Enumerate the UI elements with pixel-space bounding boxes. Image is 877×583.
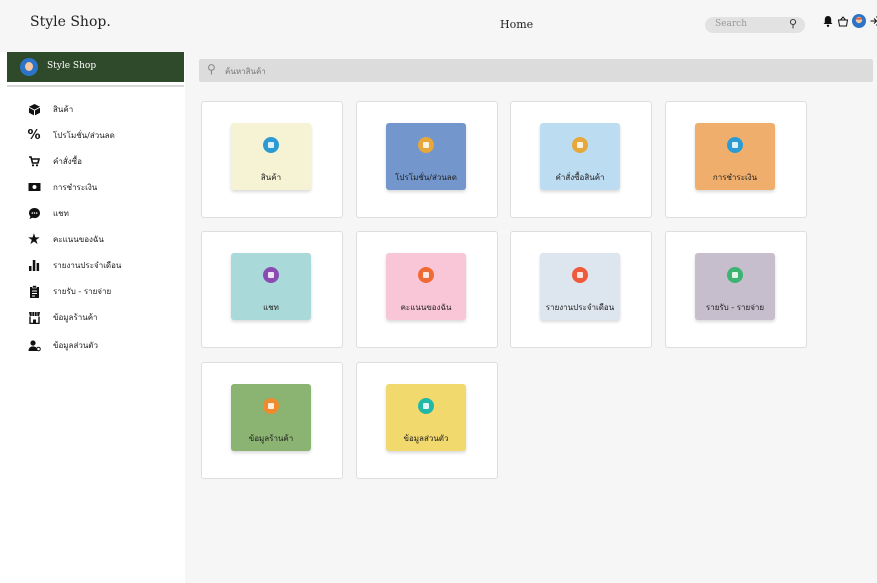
search-icon: ⚲: [207, 62, 216, 76]
card-label: ข้อมูลร้านค้า: [248, 434, 294, 443]
box-icon: [27, 102, 41, 116]
user-icon: [418, 398, 434, 414]
brand-logo[interactable]: Style Shop.: [30, 14, 111, 30]
sidebar-item-store-info[interactable]: ข้อมูลร้านค้า: [27, 310, 98, 324]
sidebar-item-label: คำสั่งซื้อ: [53, 156, 82, 166]
tile-chat[interactable]: แชท: [231, 253, 311, 320]
card-label: สินค้า: [260, 173, 282, 182]
header-search-placeholder: Search: [715, 19, 747, 29]
sidebar-title: Style Shop: [47, 61, 97, 71]
sidebar-item-payment[interactable]: การชำระเงิน: [27, 180, 97, 194]
tile-payment[interactable]: การชำระเงิน: [695, 123, 775, 190]
bar-chart-icon: [27, 258, 41, 272]
card-payment[interactable]: การชำระเงิน: [665, 101, 807, 218]
card-label: รายรับ - รายจ่าย: [705, 303, 765, 312]
sidebar-item-my-points[interactable]: ★ คะแนนของฉัน: [27, 230, 104, 248]
star-icon: ★: [27, 230, 41, 248]
page-title: Home: [500, 18, 534, 31]
sidebar-item-income-expense[interactable]: รายรับ - รายจ่าย: [27, 284, 111, 298]
card-promotions[interactable]: โปรโมชั่น/ส่วนลด: [356, 101, 498, 218]
sidebar-header[interactable]: Style Shop: [7, 52, 184, 82]
sidebar-item-label: สินค้า: [53, 104, 74, 114]
wallet-icon: [727, 137, 743, 153]
tile-income-expense[interactable]: รายรับ - รายจ่าย: [695, 253, 775, 320]
chat-icon: [263, 267, 279, 283]
product-search-placeholder: ค้นหาสินค้า: [225, 67, 266, 76]
tile-orders[interactable]: คำสั่งซื้อสินค้า: [540, 123, 620, 190]
tag-icon: [418, 137, 434, 153]
sidebar-item-label: โปรโมชั่น/ส่วนลด: [53, 130, 115, 140]
cash-icon: [727, 267, 743, 283]
sidebar-item-orders[interactable]: คำสั่งซื้อ: [27, 154, 82, 168]
report-icon: [572, 267, 588, 283]
sidebar-item-monthly-report[interactable]: รายงานประจำเดือน: [27, 258, 121, 272]
avatar[interactable]: [852, 14, 866, 28]
card-profile[interactable]: ข้อมูลส่วนตัว: [356, 362, 498, 479]
card-label: ข้อมูลส่วนตัว: [403, 434, 449, 443]
tile-profile[interactable]: ข้อมูลส่วนตัว: [386, 384, 466, 451]
tile-my-points[interactable]: คะแนนของฉัน: [386, 253, 466, 320]
sidebar-item-chat[interactable]: แชท: [27, 206, 69, 220]
store-icon: [263, 398, 279, 414]
bell-icon[interactable]: [822, 14, 834, 28]
card-label: รายงานประจำเดือน: [545, 303, 615, 312]
tile-promotions[interactable]: โปรโมชั่น/ส่วนลด: [386, 123, 466, 190]
sidebar-item-label: คะแนนของฉัน: [53, 234, 104, 244]
card-label: คำสั่งซื้อสินค้า: [555, 173, 605, 182]
header-search-input[interactable]: Search ⚲: [705, 17, 805, 33]
card-monthly-report[interactable]: รายงานประจำเดือน: [510, 231, 652, 348]
cart-icon: [27, 154, 41, 168]
chat-icon: [27, 206, 41, 220]
sidebar-item-label: รายงานประจำเดือน: [53, 260, 122, 270]
tile-store-info[interactable]: ข้อมูลร้านค้า: [231, 384, 311, 451]
card-label: การชำระเงิน: [712, 173, 758, 182]
basket-icon: [263, 137, 279, 153]
card-store-info[interactable]: ข้อมูลร้านค้า: [201, 362, 343, 479]
header-actions: [822, 14, 877, 28]
sidebar-item-profile[interactable]: ข้อมูลส่วนตัว: [27, 338, 98, 352]
card-label: แชท: [263, 303, 279, 312]
card-products[interactable]: สินค้า: [201, 101, 343, 218]
search-icon[interactable]: ⚲: [789, 17, 797, 30]
divider: [7, 85, 184, 87]
monitor-icon: [572, 137, 588, 153]
card-income-expense[interactable]: รายรับ - รายจ่าย: [665, 231, 807, 348]
user-settings-icon: [27, 338, 41, 352]
product-search-input[interactable]: ⚲ ค้นหาสินค้า: [199, 59, 873, 82]
sidebar-item-promotions[interactable]: % โปรโมชั่น/ส่วนลด: [27, 127, 115, 143]
sidebar-item-label: รายรับ - รายจ่าย: [53, 286, 112, 296]
top-bar: Style Shop. Home Search ⚲: [0, 0, 877, 50]
percent-icon: %: [27, 127, 41, 143]
sidebar-item-label: การชำระเงิน: [53, 182, 98, 192]
card-my-points[interactable]: คะแนนของฉัน: [356, 231, 498, 348]
card-label: คะแนนของฉัน: [400, 303, 452, 312]
sidebar: Style Shop สินค้า % โปรโมชั่น/ส่วนลด คำส…: [0, 52, 185, 583]
tile-products[interactable]: สินค้า: [231, 123, 311, 190]
sidebar-item-label: แชท: [53, 208, 69, 218]
card-chat[interactable]: แชท: [201, 231, 343, 348]
sidebar-item-label: ข้อมูลร้านค้า: [53, 312, 98, 322]
shop-basket-icon[interactable]: [837, 14, 849, 28]
clipboard-icon: [27, 284, 41, 298]
store-icon: [27, 310, 41, 324]
logout-icon[interactable]: [869, 14, 877, 28]
card-label: โปรโมชั่น/ส่วนลด: [395, 173, 457, 182]
medal-icon: [418, 267, 434, 283]
sidebar-item-label: ข้อมูลส่วนตัว: [53, 340, 98, 350]
sidebar-item-products[interactable]: สินค้า: [27, 102, 73, 116]
avatar: [20, 58, 38, 76]
money-icon: [27, 180, 41, 194]
card-orders[interactable]: คำสั่งซื้อสินค้า: [510, 101, 652, 218]
tile-monthly-report[interactable]: รายงานประจำเดือน: [540, 253, 620, 320]
